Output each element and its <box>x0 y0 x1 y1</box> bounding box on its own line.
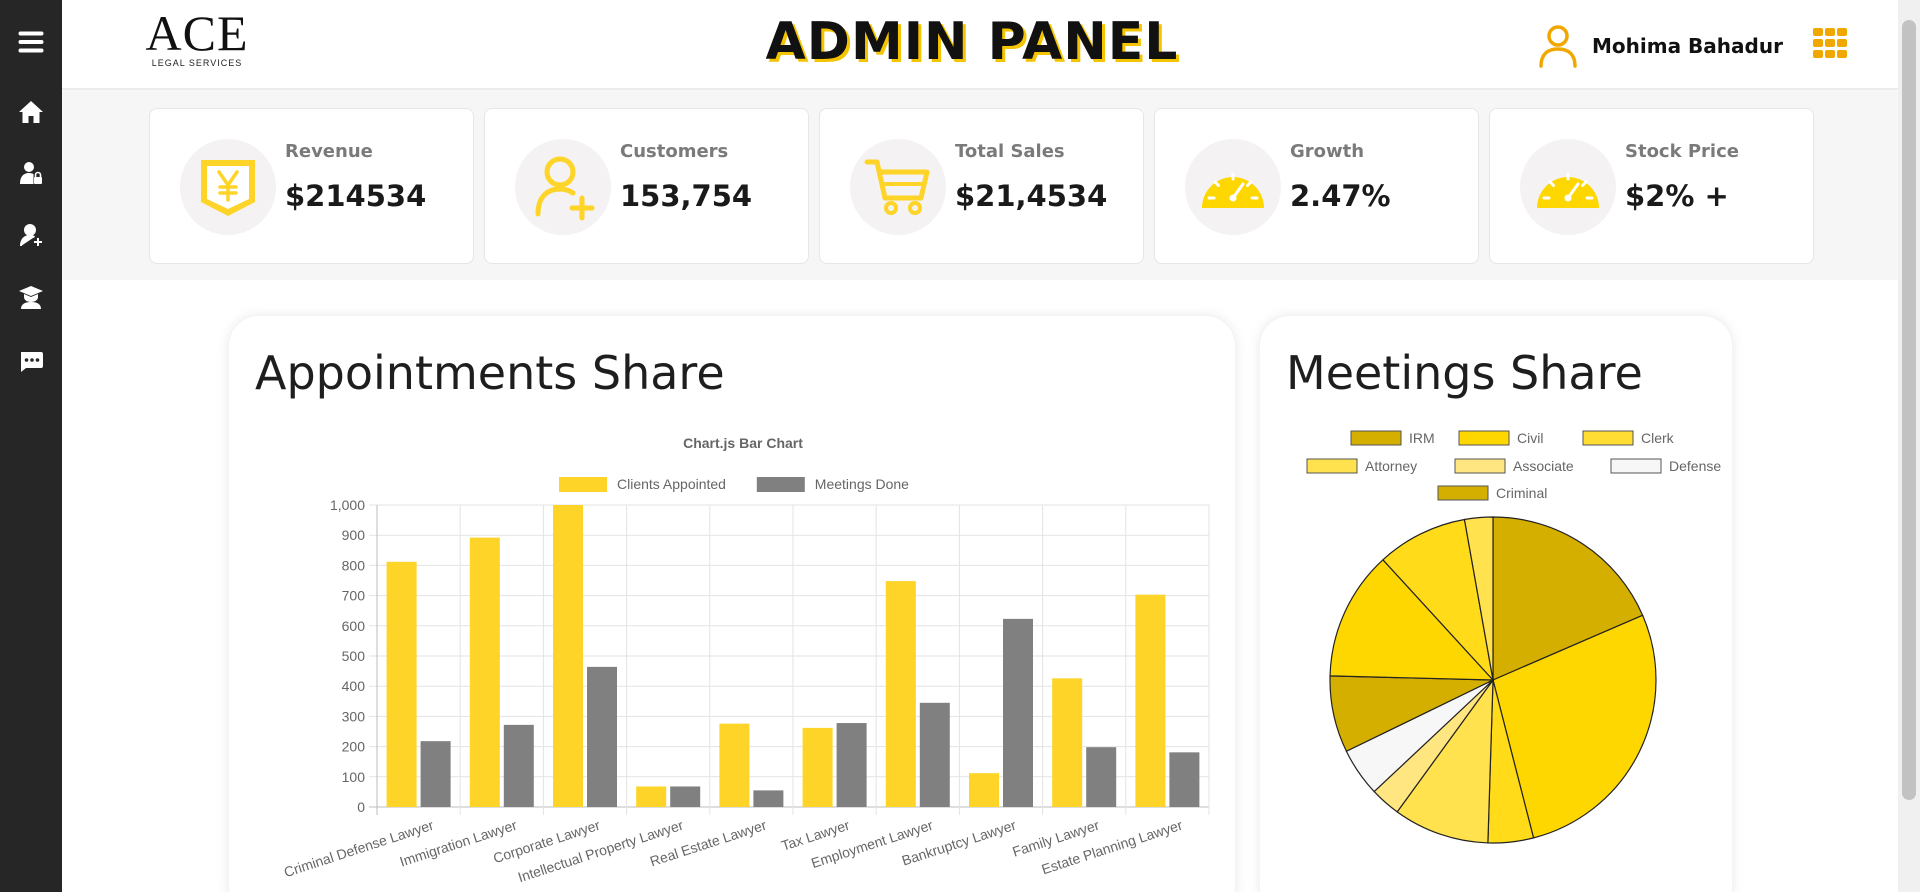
gauge-icon <box>1520 139 1616 235</box>
logo-text: ACE <box>145 5 249 61</box>
home-icon[interactable] <box>16 97 46 127</box>
legend-label: IRM <box>1409 430 1435 446</box>
y-tick-label: 700 <box>342 588 366 604</box>
stat-value: $214534 <box>285 179 427 213</box>
stat-value: $2% + <box>1625 179 1729 213</box>
y-tick-label: 200 <box>342 739 366 755</box>
meetings-pie-chart: IRM Civil Clerk Attorney Associate Defense Cri… <box>1306 430 1721 844</box>
menu-icon[interactable] <box>16 27 46 57</box>
stat-label: Stock Price <box>1625 141 1739 162</box>
y-tick-label: 500 <box>342 648 366 664</box>
stat-label: Total Sales <box>955 141 1065 162</box>
user-profile[interactable]: Mohima Bahadur <box>1538 22 1783 70</box>
stat-label: Revenue <box>285 141 373 162</box>
legend-label: Attorney <box>1365 458 1417 474</box>
stat-label: Customers <box>620 141 729 162</box>
user-icon <box>1539 25 1577 68</box>
chart-title: Chart.js Bar Chart <box>683 435 803 451</box>
bar <box>420 741 451 807</box>
bar <box>670 786 701 807</box>
legend-label: Clerk <box>1641 430 1675 446</box>
bar <box>1052 678 1083 807</box>
appointments-panel: Appointments Share Chart.js Bar Chart Cli… <box>229 316 1235 892</box>
legend-swatch <box>756 477 805 492</box>
y-tick-label: 400 <box>342 678 366 694</box>
legend-swatch <box>1306 458 1358 474</box>
legend-swatch <box>1454 458 1506 474</box>
stat-card-growth: Growth 2.47% <box>1154 108 1479 264</box>
y-tick-label: 100 <box>342 769 366 785</box>
y-tick-label: 800 <box>342 557 366 573</box>
stat-card-stock-price: Stock Price $2% + <box>1489 108 1814 264</box>
page-scrollbar[interactable] <box>1898 0 1920 892</box>
meetings-panel: Meetings Share IRM Civil Clerk Attorney Asso… <box>1260 316 1732 892</box>
legend-label: Associate <box>1513 458 1574 474</box>
bar <box>969 773 999 807</box>
chat-icon[interactable] <box>16 346 46 376</box>
gauge-icon <box>1185 139 1281 235</box>
legend-label: Civil <box>1517 430 1543 446</box>
appointments-bar-chart: Chart.js Bar Chart Clients Appointed Meeti… <box>282 435 1210 885</box>
legend-swatch <box>1350 430 1402 446</box>
y-tick-label: 600 <box>342 618 366 634</box>
y-tick-label: 1,000 <box>330 497 365 513</box>
y-tick-label: 900 <box>342 527 366 543</box>
bar <box>1086 747 1117 807</box>
bar <box>503 724 534 807</box>
bar <box>885 581 916 807</box>
stat-value: $21,4534 <box>955 179 1108 213</box>
user-name: Mohima Bahadur <box>1592 34 1783 58</box>
stat-value: 153,754 <box>620 179 753 213</box>
user-add-icon[interactable] <box>16 220 46 250</box>
y-tick-label: 300 <box>342 708 366 724</box>
scrollbar-thumb[interactable] <box>1902 20 1916 800</box>
legend-swatch <box>559 477 607 492</box>
bar <box>753 790 784 807</box>
company-logo[interactable]: ACE LEGAL SERVICES <box>132 8 262 72</box>
graduate-icon[interactable] <box>16 282 46 312</box>
legend-label: Defense <box>1669 458 1721 474</box>
stat-card-total-sales: Total Sales $21,4534 <box>819 108 1144 264</box>
bar <box>1169 752 1200 807</box>
stat-value: 2.47% <box>1290 179 1391 213</box>
user-plus-icon <box>515 139 611 235</box>
bar <box>719 723 750 807</box>
bar <box>386 561 417 807</box>
yen-icon <box>180 139 276 235</box>
bar <box>1003 618 1033 807</box>
user-lock-icon[interactable] <box>16 158 46 188</box>
legend-label: Criminal <box>1496 485 1547 501</box>
bar <box>553 505 583 807</box>
x-tick-label: Criminal Defense Lawyer <box>282 817 436 881</box>
legend-label: Clients Appointed <box>617 476 726 492</box>
apps-grid-icon[interactable] <box>1813 28 1849 58</box>
legend-label: Meetings Done <box>815 476 909 492</box>
y-tick-label: 0 <box>357 799 365 815</box>
top-header: ACE LEGAL SERVICES ADMIN PANEL Mohima Ba… <box>62 0 1898 90</box>
stat-card-customers: Customers 153,754 <box>484 108 809 264</box>
legend-swatch <box>1610 458 1662 474</box>
sidebar <box>0 0 62 892</box>
bar <box>469 537 500 807</box>
bar <box>919 702 950 807</box>
bar <box>587 666 617 807</box>
page-title: ADMIN PANEL <box>765 12 1179 72</box>
bar <box>636 786 667 807</box>
x-tick-label: Estate Planning Lawyer <box>1039 817 1184 878</box>
stat-label: Growth <box>1290 141 1365 162</box>
legend-swatch <box>1582 430 1634 446</box>
legend-swatch <box>1458 430 1510 446</box>
legend-swatch <box>1437 485 1489 501</box>
cart-icon <box>850 139 946 235</box>
stat-card-revenue: Revenue $214534 <box>149 108 474 264</box>
bar <box>1135 594 1166 807</box>
bar <box>836 723 867 807</box>
bar <box>802 727 833 807</box>
